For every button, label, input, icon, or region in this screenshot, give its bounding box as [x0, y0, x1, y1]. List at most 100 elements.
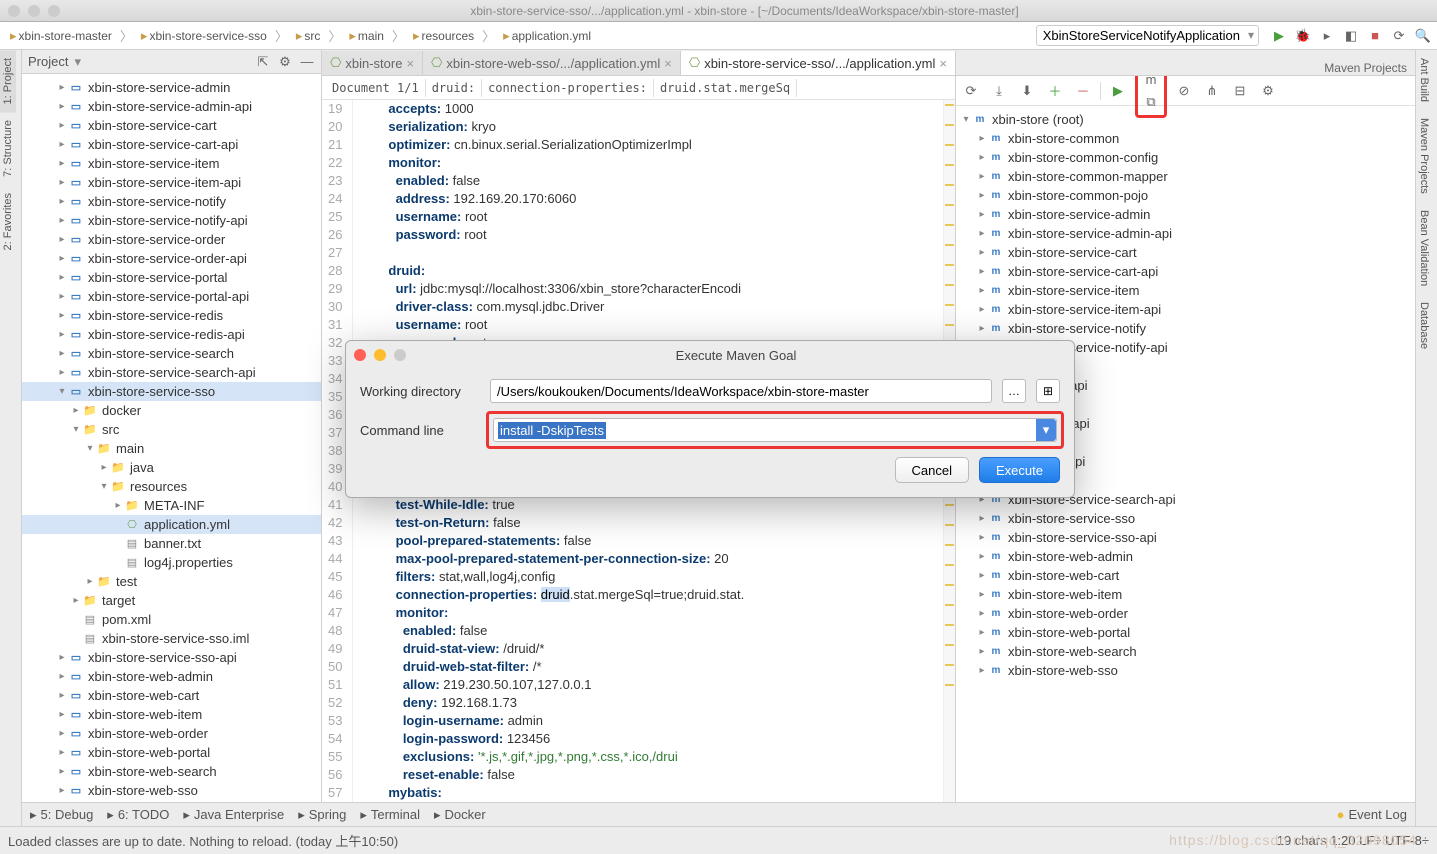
- skip-tests-icon[interactable]: ⊘: [1173, 80, 1195, 102]
- collapse-icon[interactable]: ⇱: [255, 54, 271, 70]
- right-stripe-tab[interactable]: Database: [1416, 294, 1432, 357]
- tree-row[interactable]: ▤log4j.properties: [22, 553, 321, 572]
- cancel-button[interactable]: Cancel: [895, 457, 969, 483]
- tree-row[interactable]: ▸▭xbin-store-service-portal: [22, 268, 321, 287]
- tree-row[interactable]: ▸▭xbin-store-web-search: [22, 762, 321, 781]
- maven-tree-row[interactable]: ▸mxbin-store-service-cart-api: [956, 262, 1415, 281]
- tree-row[interactable]: ▸▭xbin-store-service-cart: [22, 116, 321, 135]
- stop-icon[interactable]: ■: [1367, 28, 1383, 44]
- run-icon[interactable]: ▶: [1271, 28, 1287, 44]
- breadcrumb-item[interactable]: ▸ xbin-store-service-sso: [137, 26, 271, 46]
- tree-row[interactable]: ▸▭xbin-store-service-order-api: [22, 249, 321, 268]
- tree-row[interactable]: ▾▭xbin-store-service-sso: [22, 382, 321, 401]
- close-icon[interactable]: ×: [939, 56, 947, 71]
- add-icon[interactable]: ＋: [1044, 80, 1066, 102]
- tree-row[interactable]: ▸▭xbin-store-web-order: [22, 724, 321, 743]
- execute-button[interactable]: Execute: [979, 457, 1060, 483]
- tree-row[interactable]: ▸▭xbin-store-service-item: [22, 154, 321, 173]
- maven-projects-label[interactable]: Maven Projects: [1316, 61, 1415, 75]
- maven-tree-row[interactable]: ▸mxbin-store-service-item-api: [956, 300, 1415, 319]
- tree-row[interactable]: ▸▭xbin-store-web-item: [22, 705, 321, 724]
- editor-tab[interactable]: ⎔xbin-store-service-sso/.../application.…: [681, 51, 956, 75]
- debug-icon[interactable]: 🐞: [1295, 28, 1311, 44]
- breadcrumb-item[interactable]: ▸ resources: [409, 26, 478, 46]
- tree-row[interactable]: ▸▭xbin-store-service-search: [22, 344, 321, 363]
- left-stripe-tab[interactable]: 1: Project: [0, 50, 16, 112]
- maven-tree-row[interactable]: ▸mxbin-store-common-mapper: [956, 167, 1415, 186]
- tree-row[interactable]: ⎔application.yml: [22, 515, 321, 534]
- tree-row[interactable]: ▸📁META-INF: [22, 496, 321, 515]
- tree-row[interactable]: ▸▭xbin-store-web-admin: [22, 667, 321, 686]
- maven-tree-row[interactable]: ▸mxbin-store-service-cart: [956, 243, 1415, 262]
- download-icon[interactable]: ⬇: [1016, 80, 1038, 102]
- right-stripe-tab[interactable]: Bean Validation: [1416, 202, 1432, 294]
- tree-row[interactable]: ▸▭xbin-store-service-admin: [22, 78, 321, 97]
- bottom-tool-tab[interactable]: ▸6: TODO: [107, 807, 169, 823]
- maven-tree-row[interactable]: ▸mxbin-store-web-admin: [956, 547, 1415, 566]
- tree-row[interactable]: ▸▭xbin-store-web-sso: [22, 781, 321, 800]
- tree-row[interactable]: ▸▭xbin-store-service-portal-api: [22, 287, 321, 306]
- tree-row[interactable]: ▤xbin-store-service-sso.iml: [22, 629, 321, 648]
- maven-tree-row[interactable]: ▾mxbin-store (root): [956, 110, 1415, 129]
- maven-tree-row[interactable]: ▸mxbin-store-common: [956, 129, 1415, 148]
- maven-tree-row[interactable]: ▸mxbin-store-service-admin-api: [956, 224, 1415, 243]
- maven-tree-row[interactable]: ▸mxbin-store-web-item: [956, 585, 1415, 604]
- maven-tree-row[interactable]: ▸mxbin-store-web-order: [956, 604, 1415, 623]
- tree-row[interactable]: ▾📁resources: [22, 477, 321, 496]
- left-stripe-tab[interactable]: 7: Structure: [0, 112, 16, 185]
- tree-row[interactable]: ▤pom.xml: [22, 610, 321, 629]
- execute-goal-icon[interactable]: m: [1140, 76, 1162, 91]
- profile-icon[interactable]: ◧: [1343, 28, 1359, 44]
- run-maven-icon[interactable]: ▶: [1107, 80, 1129, 102]
- settings-icon[interactable]: ⚙: [1257, 80, 1279, 102]
- bottom-tool-tab[interactable]: ▸Terminal: [360, 807, 420, 823]
- working-directory-input[interactable]: [490, 379, 992, 403]
- remove-icon[interactable]: －: [1072, 80, 1094, 102]
- crumb-item[interactable]: Document 1/1: [326, 79, 426, 97]
- maven-tree-row[interactable]: ▸mxbin-store-web-search: [956, 642, 1415, 661]
- show-deps-icon[interactable]: ⋔: [1201, 80, 1223, 102]
- traffic-lights[interactable]: [8, 5, 60, 17]
- insert-macro-button[interactable]: ⊞: [1036, 379, 1060, 403]
- breadcrumb-item[interactable]: ▸ application.yml: [499, 26, 595, 46]
- maven-tree-row[interactable]: ▸mxbin-store-web-portal: [956, 623, 1415, 642]
- maven-tree-row[interactable]: ▸mxbin-store-web-cart: [956, 566, 1415, 585]
- project-tree[interactable]: ▸▭xbin-store-service-admin▸▭xbin-store-s…: [22, 74, 321, 826]
- breadcrumb-item[interactable]: ▸ main: [345, 26, 388, 46]
- crumb-item[interactable]: connection-properties:: [482, 79, 654, 97]
- vcs-icon[interactable]: ⟳: [1391, 28, 1407, 44]
- crumb-item[interactable]: druid:: [426, 79, 482, 97]
- tree-row[interactable]: ▸▭xbin-store-service-redis: [22, 306, 321, 325]
- crumb-item[interactable]: druid.stat.mergeSq: [654, 79, 797, 97]
- tree-row[interactable]: ▸▭xbin-store-service-redis-api: [22, 325, 321, 344]
- generate-sources-icon[interactable]: ⤓: [988, 80, 1010, 102]
- close-icon[interactable]: ×: [664, 56, 672, 71]
- tree-row[interactable]: ▸▭xbin-store-service-item-api: [22, 173, 321, 192]
- breadcrumb-item[interactable]: ▸ src: [292, 26, 325, 46]
- run-config-selector[interactable]: XbinStoreServiceNotifyApplication: [1036, 25, 1259, 46]
- maven-tree-row[interactable]: ▸mxbin-store-service-sso-api: [956, 528, 1415, 547]
- tree-row[interactable]: ▸▭xbin-store-service-notify: [22, 192, 321, 211]
- tree-row[interactable]: ▸📁java: [22, 458, 321, 477]
- tree-row[interactable]: ▸▭xbin-store-web-cart: [22, 686, 321, 705]
- tree-row[interactable]: ▾📁src: [22, 420, 321, 439]
- breadcrumb-item[interactable]: ▸ xbin-store-master: [6, 26, 116, 46]
- tree-row[interactable]: ▸▭xbin-store-web-portal: [22, 743, 321, 762]
- event-log-tab[interactable]: ●Event Log: [1337, 807, 1407, 822]
- maven-tree-row[interactable]: ▸mxbin-store-service-notify: [956, 319, 1415, 338]
- tree-row[interactable]: ▸▭xbin-store-service-admin-api: [22, 97, 321, 116]
- tree-row[interactable]: ▸▭xbin-store-service-sso-api: [22, 648, 321, 667]
- bottom-tool-tab[interactable]: ▸Docker: [434, 807, 486, 823]
- command-line-input[interactable]: install -DskipTests ▾: [493, 418, 1057, 442]
- tree-row[interactable]: ▸▭xbin-store-service-order: [22, 230, 321, 249]
- tree-row[interactable]: ▸▭xbin-store-service-cart-api: [22, 135, 321, 154]
- bottom-tool-tab[interactable]: ▸5: Debug: [30, 807, 93, 823]
- left-stripe-tab[interactable]: 2: Favorites: [0, 185, 16, 258]
- maven-tree-row[interactable]: ▸mxbin-store-common-pojo: [956, 186, 1415, 205]
- right-stripe-tab[interactable]: Ant Build: [1416, 50, 1432, 110]
- tree-row[interactable]: ▸📁docker: [22, 401, 321, 420]
- maven-tree-row[interactable]: ▸mxbin-store-service-item: [956, 281, 1415, 300]
- tree-row[interactable]: ▸📁test: [22, 572, 321, 591]
- maven-tree-row[interactable]: ▸mxbin-store-service-sso: [956, 509, 1415, 528]
- coverage-icon[interactable]: ▸: [1319, 28, 1335, 44]
